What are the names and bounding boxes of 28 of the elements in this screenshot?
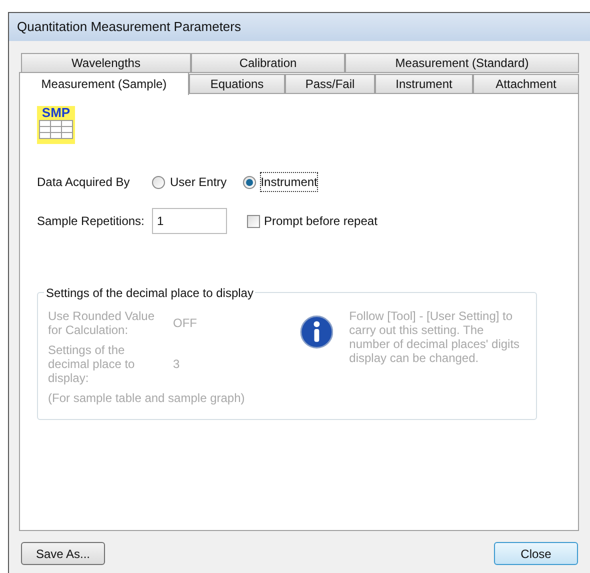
tab[interactable]: Attachment <box>473 74 579 94</box>
field-label: Data Acquired By <box>37 174 131 191</box>
tab[interactable]: Pass/Fail <box>285 74 375 94</box>
footnote-text: (For sample table and sample graph) <box>48 391 246 405</box>
radio-button[interactable] <box>152 176 165 188</box>
setting-label: Use Rounded Value for Calculation: <box>48 309 156 337</box>
checkbox[interactable] <box>247 214 260 228</box>
checkbox-label[interactable]: Prompt before repeat <box>264 212 378 230</box>
smp-icon: SMP <box>37 106 75 144</box>
tab[interactable]: Instrument <box>375 74 473 94</box>
radio-button[interactable] <box>242 176 256 188</box>
setting-value: OFF <box>173 315 197 332</box>
setting-label: Settings of the decimal place to display: <box>48 343 136 385</box>
radio-label[interactable]: User Entry <box>170 173 227 191</box>
tab[interactable]: Calibration <box>191 53 345 73</box>
info-icon <box>300 315 334 349</box>
setting-value: 3 <box>173 356 180 373</box>
radio-label[interactable]: Instrument <box>260 173 318 191</box>
dialog-button[interactable]: Close <box>494 542 578 565</box>
tab[interactable]: Wavelengths <box>21 53 191 73</box>
window-title: Quantitation Measurement Parameters <box>17 18 241 36</box>
note-text: Follow [Tool] - [User Setting] to carry out this setting. The number of decimal places' digits display can be changed. <box>349 309 521 367</box>
input-field[interactable]: 1 <box>152 208 227 234</box>
tab[interactable]: Measurement (Standard) <box>345 53 579 73</box>
tab[interactable]: Equations <box>189 74 285 94</box>
dialog-button[interactable]: Save As... <box>21 542 105 565</box>
tab[interactable]: Measurement (Sample) <box>19 72 189 95</box>
field-label: Sample Repetitions: <box>37 213 146 230</box>
